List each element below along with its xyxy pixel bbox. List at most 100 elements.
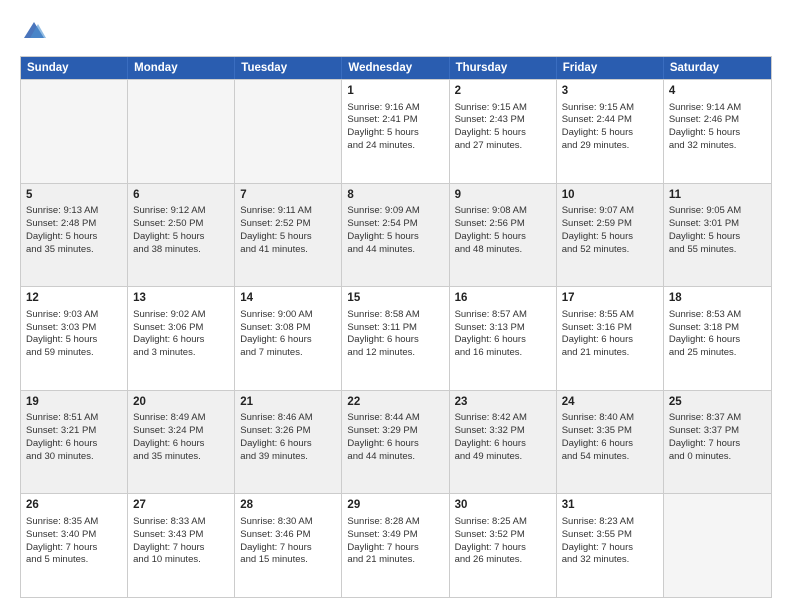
day-info-line: Sunset: 2:43 PM	[455, 114, 551, 127]
day-info-line: Daylight: 5 hours	[26, 231, 122, 244]
day-number: 24	[562, 395, 658, 411]
day-info-line: Sunset: 3:52 PM	[455, 529, 551, 542]
calendar-cell-17: 17Sunrise: 8:55 AMSunset: 3:16 PMDayligh…	[557, 287, 664, 390]
day-number: 18	[669, 291, 766, 307]
day-number: 3	[562, 84, 658, 100]
calendar-header-row: SundayMondayTuesdayWednesdayThursdayFrid…	[21, 57, 771, 79]
day-info-line: Daylight: 6 hours	[26, 438, 122, 451]
day-info-line: Sunset: 3:11 PM	[347, 322, 443, 335]
day-info-line: Daylight: 6 hours	[133, 334, 229, 347]
day-info-line: Sunrise: 8:25 AM	[455, 516, 551, 529]
calendar-header-monday: Monday	[128, 57, 235, 79]
calendar-header-thursday: Thursday	[450, 57, 557, 79]
day-info-line: and 32 minutes.	[562, 554, 658, 567]
day-info-line: Daylight: 5 hours	[669, 127, 766, 140]
calendar-cell-2: 2Sunrise: 9:15 AMSunset: 2:43 PMDaylight…	[450, 80, 557, 183]
day-info-line: Sunrise: 9:11 AM	[240, 205, 336, 218]
day-number: 26	[26, 498, 122, 514]
day-number: 15	[347, 291, 443, 307]
day-number: 23	[455, 395, 551, 411]
day-info-line: and 44 minutes.	[347, 451, 443, 464]
day-info-line: Sunset: 2:56 PM	[455, 218, 551, 231]
day-info-line: Daylight: 6 hours	[455, 334, 551, 347]
day-info-line: and 26 minutes.	[455, 554, 551, 567]
day-info-line: Sunrise: 9:14 AM	[669, 102, 766, 115]
day-info-line: Sunrise: 8:33 AM	[133, 516, 229, 529]
day-info-line: Sunrise: 8:40 AM	[562, 412, 658, 425]
day-number: 19	[26, 395, 122, 411]
day-number: 20	[133, 395, 229, 411]
calendar-cell-6: 6Sunrise: 9:12 AMSunset: 2:50 PMDaylight…	[128, 184, 235, 287]
day-number: 13	[133, 291, 229, 307]
day-info-line: Sunrise: 8:28 AM	[347, 516, 443, 529]
day-info-line: and 30 minutes.	[26, 451, 122, 464]
day-number: 12	[26, 291, 122, 307]
day-info-line: Sunset: 3:06 PM	[133, 322, 229, 335]
day-number: 2	[455, 84, 551, 100]
day-info-line: Sunrise: 8:30 AM	[240, 516, 336, 529]
calendar-cell-empty	[664, 494, 771, 597]
day-info-line: Sunset: 2:54 PM	[347, 218, 443, 231]
day-info-line: and 39 minutes.	[240, 451, 336, 464]
day-info-line: Daylight: 7 hours	[133, 542, 229, 555]
calendar-cell-empty	[235, 80, 342, 183]
day-info-line: Daylight: 5 hours	[347, 231, 443, 244]
day-info-line: Sunset: 2:41 PM	[347, 114, 443, 127]
page-header	[20, 18, 772, 46]
day-info-line: and 21 minutes.	[562, 347, 658, 360]
calendar-cell-9: 9Sunrise: 9:08 AMSunset: 2:56 PMDaylight…	[450, 184, 557, 287]
day-info-line: and 35 minutes.	[133, 451, 229, 464]
calendar-cell-1: 1Sunrise: 9:16 AMSunset: 2:41 PMDaylight…	[342, 80, 449, 183]
calendar-header-wednesday: Wednesday	[342, 57, 449, 79]
calendar-cell-12: 12Sunrise: 9:03 AMSunset: 3:03 PMDayligh…	[21, 287, 128, 390]
day-info-line: Sunset: 3:35 PM	[562, 425, 658, 438]
day-info-line: and 32 minutes.	[669, 140, 766, 153]
calendar-cell-29: 29Sunrise: 8:28 AMSunset: 3:49 PMDayligh…	[342, 494, 449, 597]
calendar: SundayMondayTuesdayWednesdayThursdayFrid…	[20, 56, 772, 598]
day-info-line: and 12 minutes.	[347, 347, 443, 360]
day-info-line: Sunset: 3:32 PM	[455, 425, 551, 438]
day-info-line: Sunrise: 9:12 AM	[133, 205, 229, 218]
day-info-line: Sunrise: 9:02 AM	[133, 309, 229, 322]
day-info-line: Sunrise: 8:42 AM	[455, 412, 551, 425]
day-number: 28	[240, 498, 336, 514]
day-info-line: Sunrise: 8:44 AM	[347, 412, 443, 425]
calendar-header-tuesday: Tuesday	[235, 57, 342, 79]
day-number: 25	[669, 395, 766, 411]
day-number: 7	[240, 188, 336, 204]
day-info-line: Sunrise: 8:55 AM	[562, 309, 658, 322]
day-number: 4	[669, 84, 766, 100]
day-info-line: Daylight: 6 hours	[347, 438, 443, 451]
day-info-line: Sunrise: 9:05 AM	[669, 205, 766, 218]
day-info-line: and 15 minutes.	[240, 554, 336, 567]
day-info-line: Sunset: 2:46 PM	[669, 114, 766, 127]
day-info-line: and 3 minutes.	[133, 347, 229, 360]
day-info-line: Sunset: 3:18 PM	[669, 322, 766, 335]
day-info-line: Sunrise: 8:37 AM	[669, 412, 766, 425]
calendar-cell-empty	[21, 80, 128, 183]
day-info-line: Daylight: 6 hours	[347, 334, 443, 347]
day-number: 1	[347, 84, 443, 100]
calendar-cell-3: 3Sunrise: 9:15 AMSunset: 2:44 PMDaylight…	[557, 80, 664, 183]
day-info-line: Sunset: 3:16 PM	[562, 322, 658, 335]
day-info-line: Sunrise: 8:23 AM	[562, 516, 658, 529]
calendar-week-5: 26Sunrise: 8:35 AMSunset: 3:40 PMDayligh…	[21, 493, 771, 597]
calendar-cell-26: 26Sunrise: 8:35 AMSunset: 3:40 PMDayligh…	[21, 494, 128, 597]
calendar-cell-10: 10Sunrise: 9:07 AMSunset: 2:59 PMDayligh…	[557, 184, 664, 287]
day-info-line: Daylight: 5 hours	[240, 231, 336, 244]
calendar-body: 1Sunrise: 9:16 AMSunset: 2:41 PMDaylight…	[21, 79, 771, 597]
day-number: 16	[455, 291, 551, 307]
day-info-line: Daylight: 5 hours	[455, 127, 551, 140]
day-info-line: and 25 minutes.	[669, 347, 766, 360]
day-info-line: and 48 minutes.	[455, 244, 551, 257]
calendar-cell-8: 8Sunrise: 9:09 AMSunset: 2:54 PMDaylight…	[342, 184, 449, 287]
calendar-cell-22: 22Sunrise: 8:44 AMSunset: 3:29 PMDayligh…	[342, 391, 449, 494]
calendar-header-saturday: Saturday	[664, 57, 771, 79]
calendar-cell-31: 31Sunrise: 8:23 AMSunset: 3:55 PMDayligh…	[557, 494, 664, 597]
day-info-line: and 35 minutes.	[26, 244, 122, 257]
day-number: 30	[455, 498, 551, 514]
calendar-cell-30: 30Sunrise: 8:25 AMSunset: 3:52 PMDayligh…	[450, 494, 557, 597]
day-info-line: Sunset: 2:50 PM	[133, 218, 229, 231]
calendar-cell-21: 21Sunrise: 8:46 AMSunset: 3:26 PMDayligh…	[235, 391, 342, 494]
day-info-line: Sunrise: 8:51 AM	[26, 412, 122, 425]
